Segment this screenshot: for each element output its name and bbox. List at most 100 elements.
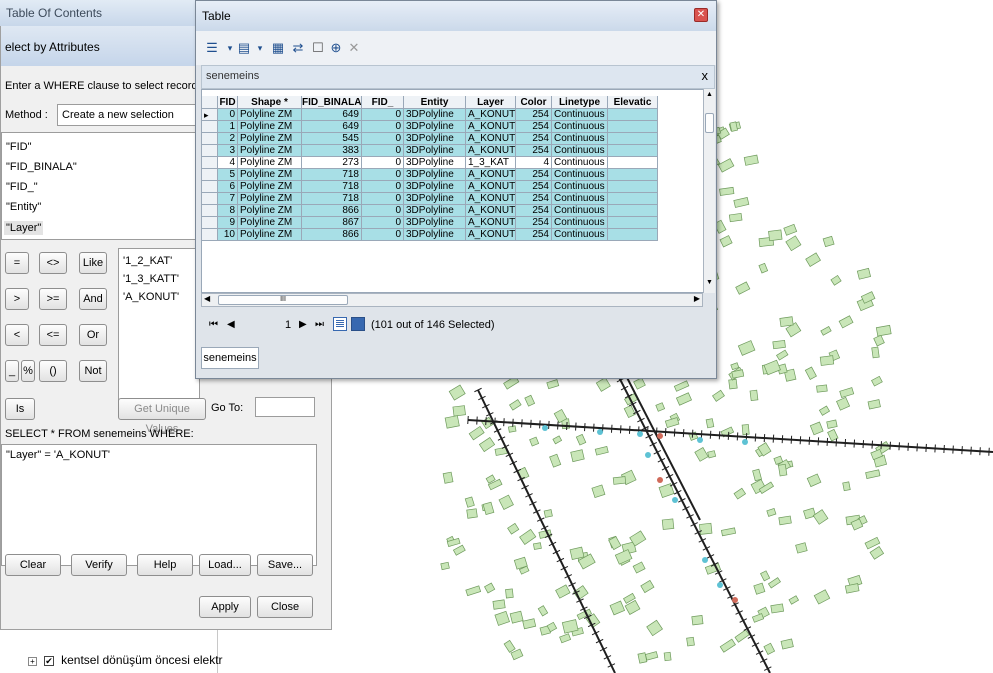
table-row[interactable]: 4 Polyline ZM 273 0 3DPolyline 1_3_KAT 4 Contin… [202,157,658,169]
table-cell[interactable]: Continuous [552,157,608,169]
method-select[interactable]: Create a new selection [57,104,211,126]
operator-button[interactable]: _ [5,360,19,382]
delete-selected-icon[interactable]: ✕ [346,40,362,56]
table-cell[interactable]: A_KONUT [466,181,516,193]
table-row[interactable]: 6 Polyline ZM 718 0 3DPolyline A_KONUT 254 Cont… [202,181,658,193]
table-cell[interactable]: 3DPolyline [404,229,466,241]
close-icon[interactable]: ✕ [694,8,708,22]
expand-icon[interactable]: + [28,657,37,666]
vertical-scrollbar[interactable]: ▲ ▼ [703,89,715,293]
table-cell[interactable]: 10 [218,229,238,241]
table-cell[interactable]: 3DPolyline [404,133,466,145]
table-cell[interactable]: 3DPolyline [404,145,466,157]
scroll-down-icon[interactable]: ▼ [705,279,714,287]
operator-button[interactable]: % [21,360,35,382]
table-cell[interactable]: 254 [516,217,552,229]
table-cell[interactable]: 273 [302,157,362,169]
first-record-icon[interactable]: ⏮ [209,319,218,330]
table-cell[interactable]: Continuous [552,229,608,241]
table-row[interactable]: 7 Polyline ZM 718 0 3DPolyline A_KONUT 254 Cont… [202,193,658,205]
table-cell[interactable]: 2 [218,133,238,145]
row-selector[interactable] [202,121,218,133]
table-row[interactable]: 2 Polyline ZM 545 0 3DPolyline A_KONUT 254 Cont… [202,133,658,145]
table-cell[interactable]: 5 [218,169,238,181]
operator-button[interactable]: And [79,288,107,310]
table-cell[interactable]: 8 [218,205,238,217]
table-tab[interactable]: senemeins [201,347,259,369]
table-row[interactable]: 8 Polyline ZM 866 0 3DPolyline A_KONUT 254 Cont… [202,205,658,217]
column-header[interactable]: Entity [404,96,466,109]
table-cell[interactable]: A_KONUT [466,145,516,157]
table-cell[interactable]: A_KONUT [466,169,516,181]
scroll-thumb-h[interactable]: III [218,295,348,305]
value-list-item[interactable]: 'A_KONUT' [123,291,179,303]
table-cell[interactable]: 0 [362,181,404,193]
table-cell[interactable]: Continuous [552,217,608,229]
row-selector[interactable] [202,193,218,205]
select-by-attributes-icon[interactable]: ▦ [270,40,286,56]
close-tab-button[interactable]: x [702,68,709,83]
scroll-right-icon[interactable]: ▶ [694,294,700,303]
table-cell[interactable]: Continuous [552,169,608,181]
table-cell[interactable]: Polyline ZM [238,217,302,229]
table-cell[interactable]: Polyline ZM [238,229,302,241]
zoom-to-selected-icon[interactable]: ⊕ [328,40,344,56]
table-cell[interactable]: A_KONUT [466,229,516,241]
table-cell[interactable]: 3DPolyline [404,121,466,133]
table-cell[interactable] [608,145,658,157]
table-cell[interactable]: Polyline ZM [238,181,302,193]
table-cell[interactable]: 0 [362,205,404,217]
table-cell[interactable] [608,109,658,121]
row-selector[interactable]: ▸ [202,109,218,121]
table-cell[interactable]: Polyline ZM [238,145,302,157]
table-cell[interactable]: 3DPolyline [404,157,466,169]
row-selector[interactable] [202,169,218,181]
table-cell[interactable]: 867 [302,217,362,229]
table-row[interactable]: 1 Polyline ZM 649 0 3DPolyline A_KONUT 254 Cont… [202,121,658,133]
row-selector[interactable] [202,205,218,217]
table-options-icon[interactable]: ☰ [204,40,220,56]
row-selector[interactable] [202,133,218,145]
operator-button[interactable]: <= [39,324,67,346]
operator-button[interactable]: <> [39,252,67,274]
table-cell[interactable]: 3DPolyline [404,109,466,121]
table-cell[interactable]: Continuous [552,145,608,157]
column-header[interactable]: Color [516,96,552,109]
operator-button[interactable]: = [5,252,29,274]
table-cell[interactable]: Continuous [552,193,608,205]
sql-expression-box[interactable]: "Layer" = 'A_KONUT' [1,444,317,566]
table-cell[interactable]: Polyline ZM [238,109,302,121]
table-cell[interactable]: 866 [302,229,362,241]
table-cell[interactable]: 4 [516,157,552,169]
switch-selection-icon[interactable]: ⇄ [290,40,306,56]
related-tables-icon[interactable]: ▤ [236,40,252,56]
table-cell[interactable]: 0 [362,217,404,229]
clear-button[interactable]: Clear [5,554,61,576]
table-cell[interactable]: 7 [218,193,238,205]
table-cell[interactable]: 0 [362,109,404,121]
operator-button[interactable]: < [5,324,29,346]
column-header[interactable]: FID [218,96,238,109]
row-selector[interactable] [202,229,218,241]
scroll-thumb[interactable] [705,113,714,133]
table-cell[interactable]: Polyline ZM [238,205,302,217]
show-selected-records-icon[interactable] [351,317,365,331]
field-list-item[interactable]: "FID" [6,141,32,153]
row-selector[interactable] [202,217,218,229]
operator-button[interactable]: Like [79,252,107,274]
table-cell[interactable]: A_KONUT [466,193,516,205]
table-cell[interactable]: 718 [302,193,362,205]
save-button[interactable]: Save... [257,554,313,576]
load-button[interactable]: Load... [199,554,251,576]
horizontal-scrollbar[interactable]: ◀ III ▶ [201,293,703,307]
table-cell[interactable]: A_KONUT [466,133,516,145]
verify-button[interactable]: Verify [71,554,127,576]
table-cell[interactable] [608,181,658,193]
table-cell[interactable]: A_KONUT [466,121,516,133]
operator-button[interactable]: () [39,360,67,382]
table-cell[interactable]: 4 [218,157,238,169]
table-cell[interactable]: Polyline ZM [238,133,302,145]
scroll-up-icon[interactable]: ▲ [705,91,714,99]
table-row[interactable]: ▸ 0 Polyline ZM 649 0 3DPolyline A_KONUT 254 Con… [202,109,658,121]
fields-list[interactable]: "FID" "FID_BINALA" "FID_" "Entity" "Layer" [1,132,201,240]
